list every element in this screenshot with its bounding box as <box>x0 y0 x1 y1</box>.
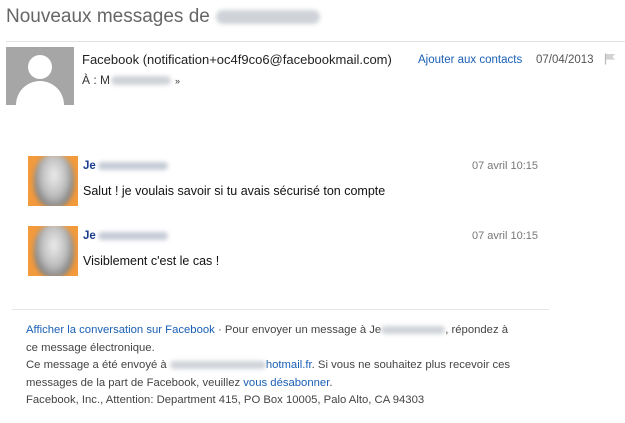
redacted-author-name <box>97 161 168 170</box>
redacted-sender-name <box>215 9 320 24</box>
company-address: Facebook, Inc., Attention: Department 41… <box>26 394 425 407</box>
redacted-email <box>169 361 266 370</box>
author-name[interactable]: Je <box>83 160 168 172</box>
recipient-line: À : M » <box>82 73 180 87</box>
redacted-author-name <box>97 231 168 240</box>
author-name[interactable]: Je <box>83 230 168 242</box>
message-time: 07 avril 10:15 <box>471 230 538 242</box>
redacted-name <box>381 326 446 335</box>
conversation-message: Je 07 avril 10:15 Visiblement c'est le c… <box>28 226 538 282</box>
email-subject: Nouveaux messages de <box>6 6 320 28</box>
flag-icon[interactable] <box>604 53 616 65</box>
redacted-recipient <box>111 76 172 86</box>
recipient-email-link[interactable]: hotmail.fr <box>169 359 312 371</box>
add-contact-link[interactable]: Ajouter aux contacts <box>418 54 522 66</box>
conversation-message: Je 07 avril 10:15 Salut ! je voulais sav… <box>28 156 538 212</box>
footer-divider <box>12 309 549 310</box>
view-conversation-link[interactable]: Afficher la conversation sur Facebook <box>26 324 215 336</box>
person-silhouette-icon <box>28 55 52 79</box>
subject-text: Nouveaux messages de <box>6 6 210 27</box>
email-footer: Afficher la conversation sur Facebook · … <box>26 322 546 410</box>
sender-name[interactable]: Facebook <box>82 52 139 67</box>
message-text: Salut ! je voulais savoir si tu avais sé… <box>83 184 386 198</box>
author-photo[interactable] <box>28 226 78 276</box>
header-divider <box>6 41 625 42</box>
sender-line: Facebook (notification+oc4f9co6@facebook… <box>82 52 392 67</box>
recipient-label: À : M <box>82 73 111 87</box>
message-text: Visiblement c'est le cas ! <box>83 254 220 268</box>
message-time: 07 avril 10:15 <box>471 160 538 172</box>
sender-email: (notification+oc4f9co6@facebookmail.com) <box>142 52 392 67</box>
unsubscribe-link[interactable]: vous désabonner <box>243 377 329 389</box>
sender-avatar[interactable] <box>6 47 74 105</box>
email-date: 07/04/2013 <box>536 54 594 66</box>
expand-recipients-icon[interactable]: » <box>175 76 180 86</box>
author-photo[interactable] <box>28 156 78 206</box>
